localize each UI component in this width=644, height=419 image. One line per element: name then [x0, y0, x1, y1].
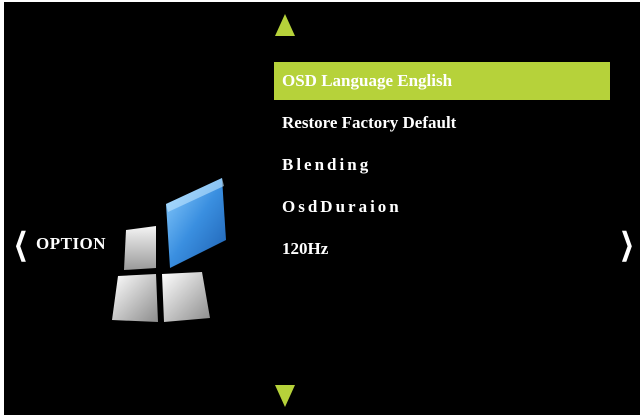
previous-page-icon[interactable]: ❮: [14, 230, 28, 260]
scroll-up-arrow-icon[interactable]: [275, 14, 295, 36]
osd-screen: ❮ OPTION OSD Language English Restore Fa…: [4, 2, 640, 415]
menu-item-osd-language[interactable]: OSD Language English: [274, 62, 610, 100]
option-tiles-icon: [112, 178, 226, 322]
menu-item-osd-duration[interactable]: OsdDuraion: [274, 188, 610, 230]
scroll-down-arrow-icon[interactable]: [275, 385, 295, 407]
next-page-icon[interactable]: ❯: [620, 230, 634, 260]
menu-item-restore-factory-default[interactable]: Restore Factory Default: [274, 104, 610, 146]
menu-item-120hz[interactable]: 120Hz: [274, 230, 610, 272]
option-menu: OSD Language English Restore Factory Def…: [274, 62, 610, 272]
option-page-title: OPTION: [36, 234, 107, 253]
menu-item-blending[interactable]: Blending: [274, 146, 610, 188]
